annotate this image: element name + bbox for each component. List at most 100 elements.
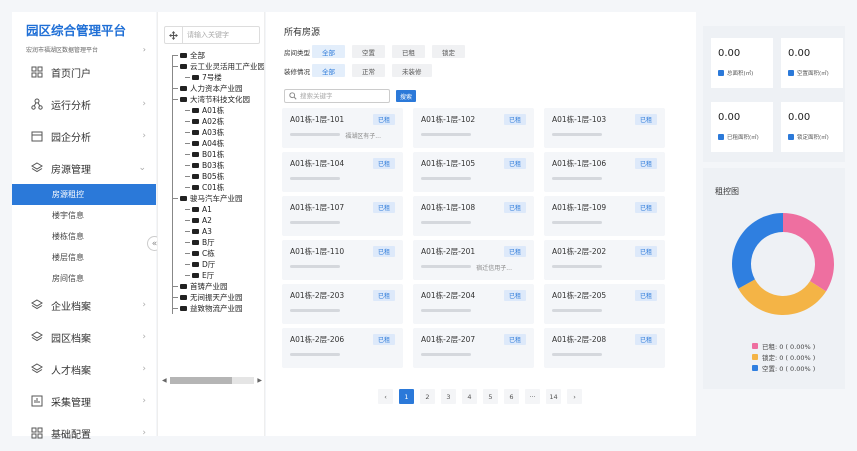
room-card[interactable]: A01栋-1层-107 已租 [282,196,403,236]
tree-node[interactable]: C栋 [158,248,264,259]
tree-node-label: E厅 [202,271,215,280]
room-card[interactable]: A01栋-1层-110 已租 [282,240,403,280]
room-card[interactable]: A01栋-2层-204 已租 [413,284,534,324]
scroll-right-icon[interactable]: ▶ [257,377,262,384]
tree-branch-line [173,297,178,298]
stat-value: 0.00 [718,112,741,123]
next-page-button[interactable]: › [567,389,582,404]
room-card[interactable]: A01栋-1层-105 已租 [413,152,534,192]
page-button[interactable]: 1 [399,389,414,404]
filter-option[interactable]: 全部 [312,64,345,77]
room-card[interactable]: A01栋-2层-201 已租 宿迁信用子... [413,240,534,280]
menu-item-7[interactable]: 采集管理 › [12,385,156,417]
room-card[interactable]: A01栋-1层-106 已租 [544,152,665,192]
menu-item-8[interactable]: 基础配置 › [12,417,156,449]
scrollbar-thumb[interactable] [169,377,232,384]
filter-option[interactable]: 全部 [312,45,345,58]
page-button[interactable]: 5 [483,389,498,404]
tree-node[interactable]: A02栋 [158,116,264,127]
status-badge: 已租 [372,246,395,257]
tree-node[interactable]: C01栋 [158,182,264,193]
submenu-item-3[interactable]: 楼层信息 [12,247,156,268]
tree-node[interactable]: B05栋 [158,171,264,182]
room-code: A01栋-1层-110 [290,247,345,256]
room-card[interactable]: A01栋-2层-206 已租 [282,328,403,368]
submenu-item-1[interactable]: 楼宇信息 [12,205,156,226]
scrollbar-track[interactable] [169,377,255,384]
menu-item-3[interactable]: 房源管理 ⌄ [12,152,156,184]
page-button[interactable]: 2 [420,389,435,404]
tree-node[interactable]: A2 [158,215,264,226]
filter-option[interactable]: 锁定 [432,45,465,58]
menu-item-1[interactable]: 运行分析 › [12,88,156,120]
menu-item-0[interactable]: 首页门户 [12,56,156,88]
page-button[interactable]: 3 [441,389,456,404]
tree-node[interactable]: 云工业灵活用工产业园 [158,61,264,72]
tree-node-label: 云工业灵活用工产业园 [190,62,265,71]
room-card[interactable]: A01栋-1层-104 已租 [282,152,403,192]
tree-branch-line [185,253,190,254]
tree-node[interactable]: B01栋 [158,149,264,160]
rent-control-panel: 租控图 已租: 0 ( 0.00% ) 锁定: 0 ( 0.00% ) 空置: 0 … [703,168,845,389]
menu-item-2[interactable]: 园企分析 › [12,120,156,152]
donut-slice-已租[interactable] [783,213,834,292]
room-card[interactable]: A01栋-1层-103 已租 [544,108,665,148]
menu-item-label: 企业档案 [51,301,91,313]
tree-node[interactable]: A04栋 [158,138,264,149]
room-card[interactable]: A01栋-1层-109 已租 [544,196,665,236]
tree-node[interactable]: A3 [158,226,264,237]
room-card[interactable]: A01栋-1层-102 已租 [413,108,534,148]
tree-node[interactable]: E厅 [158,270,264,281]
tenant-switcher[interactable]: 宏润市福湖区数据管理平台 › [26,45,146,54]
tree-node[interactable]: 骏马汽车产业园 [158,193,264,204]
prev-page-button[interactable]: ‹ [378,389,393,404]
menu-item-5[interactable]: 园区档案 › [12,321,156,353]
donut-slice-空置[interactable] [732,213,783,289]
room-code: A01栋-1层-106 [552,159,607,168]
filter-option[interactable]: 已租 [392,45,425,58]
submenu-item-2[interactable]: 楼栋信息 [12,226,156,247]
tree-node[interactable]: A01栋 [158,105,264,116]
keyword-search-input[interactable] [300,92,388,100]
room-card[interactable]: A01栋-2层-202 已租 [544,240,665,280]
tree-node[interactable]: 大湾节科技文化园 [158,94,264,105]
room-card[interactable]: A01栋-2层-203 已租 [282,284,403,324]
filter-option[interactable]: 正常 [352,64,385,77]
legend-item[interactable]: 锁定: 0 ( 0.00% ) [752,351,815,362]
search-button[interactable]: 搜索 [396,90,416,102]
room-card[interactable]: A01栋-2层-205 已租 [544,284,665,324]
menu-item-6[interactable]: 人才档案 › [12,353,156,385]
donut-slice-锁定[interactable] [738,279,827,315]
tree-search-input[interactable] [187,31,259,39]
submenu-item-4[interactable]: 房间信息 [12,268,156,289]
page-button[interactable]: 4 [462,389,477,404]
tree-node[interactable]: A1 [158,204,264,215]
tree-node[interactable]: 益致物流产业园 [158,303,264,314]
scroll-left-icon[interactable]: ◀ [162,377,167,384]
menu-item-4[interactable]: 企业档案 › [12,289,156,321]
submenu-item-0[interactable]: 房源租控 [12,184,156,205]
page-button[interactable]: 14 [546,389,561,404]
page-button[interactable]: ··· [525,389,540,404]
tree-node[interactable]: 无间振天产业园 [158,292,264,303]
tree-node[interactable]: 全部 [158,50,264,61]
room-card[interactable]: A01栋-2层-208 已租 [544,328,665,368]
tree-horizontal-scrollbar[interactable]: ◀ ▶ [162,376,262,385]
tree-node[interactable]: A03栋 [158,127,264,138]
room-card[interactable]: A01栋-1层-108 已租 [413,196,534,236]
room-card-header: A01栋-1层-101 已租 [290,114,395,125]
move-icon[interactable] [165,27,183,43]
legend-item[interactable]: 空置: 0 ( 0.00% ) [752,362,815,373]
filter-option[interactable]: 空置 [352,45,385,58]
tree-node[interactable]: 首铸产业园 [158,281,264,292]
page-button[interactable]: 6 [504,389,519,404]
room-card[interactable]: A01栋-1层-101 已租 福湖区有子... [282,108,403,148]
tree-node[interactable]: 人力资本产业园 [158,83,264,94]
tree-node[interactable]: D厅 [158,259,264,270]
room-card[interactable]: A01栋-2层-207 已租 [413,328,534,368]
tree-node[interactable]: 7号楼 [158,72,264,83]
tree-node[interactable]: B03栋 [158,160,264,171]
legend-item[interactable]: 已租: 0 ( 0.00% ) [752,340,815,351]
tree-node[interactable]: B厅 [158,237,264,248]
filter-option[interactable]: 未装修 [392,64,432,77]
